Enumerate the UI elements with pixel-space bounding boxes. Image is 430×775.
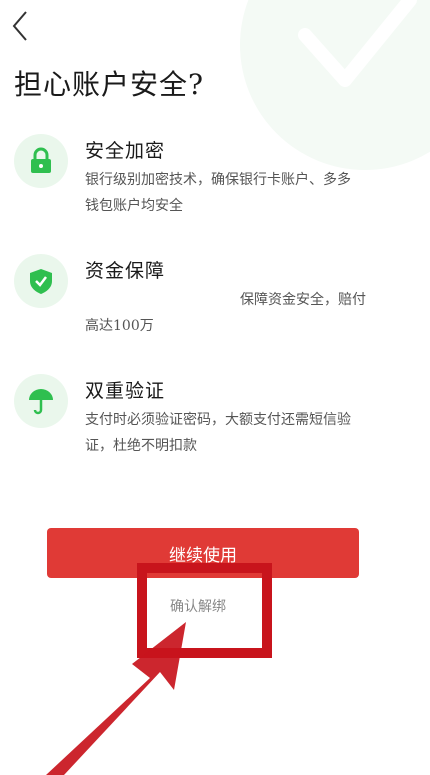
feature-title: 资金保障 <box>85 260 166 282</box>
shield-check-icon <box>30 269 52 294</box>
feature-title: 双重验证 <box>85 380 166 402</box>
back-button[interactable] <box>6 8 36 44</box>
chevron-left-icon <box>12 11 27 41</box>
lock-icon-badge <box>14 134 68 188</box>
feature-desc-line2: 证，杜绝不明扣款 <box>85 438 197 454</box>
page-title: 担心账户安全? <box>14 68 205 101</box>
continue-button[interactable]: 继续使用 <box>47 528 359 578</box>
feature-desc-line2: 钱包账户均安全 <box>85 198 183 214</box>
lock-icon <box>31 147 51 173</box>
confirm-unbind-link[interactable]: 确认解绑 <box>170 596 226 616</box>
feature-desc-line1: 银行级别加密技术，确保银行卡账户、多多 <box>85 172 351 188</box>
annotation-arrow-icon <box>46 622 186 775</box>
feature-desc-line1: 保障资金安全，赔付 <box>240 292 366 308</box>
shield-icon-badge <box>14 254 68 308</box>
umbrella-icon-badge <box>14 374 68 428</box>
feature-title: 安全加密 <box>85 140 166 162</box>
feature-desc-line1: 支付时必须验证密码，大额支付还需短信验 <box>85 412 351 428</box>
umbrella-icon <box>29 389 53 415</box>
feature-desc-line2: 高达100万 <box>85 318 154 334</box>
